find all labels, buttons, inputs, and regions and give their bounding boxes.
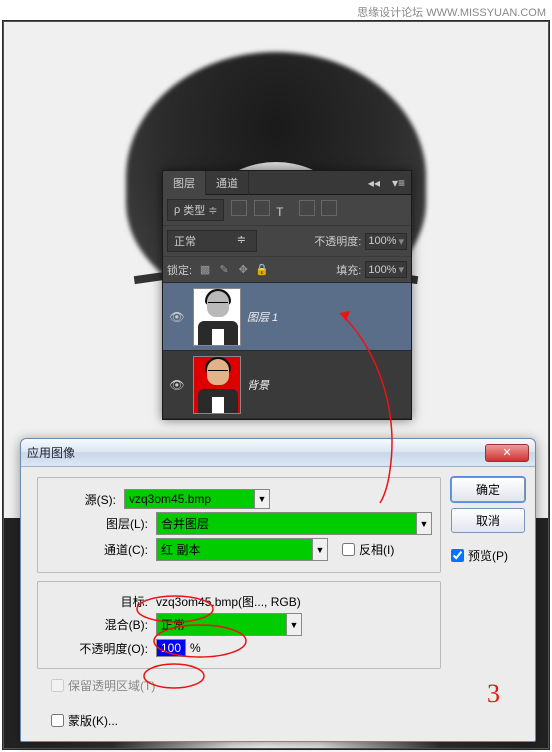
lock-paint-icon[interactable]: ✎ [217,263,231,277]
filter-type-icon[interactable]: T [276,205,292,221]
layer-value: 合并图层 [156,512,416,535]
blend-mode-value: 正常 [174,233,196,249]
preserve-label: 保留透明区域(T) [68,677,155,694]
layer-thumbnail[interactable] [193,288,241,346]
fill-label: 填充: [336,262,361,278]
source-fieldset: 源(S): vzq3om45.bmp ▼ 图层(L): 合并图层 ▼ 通道(C)… [37,477,441,573]
apply-image-dialog: 应用图像 ✕ 源(S): vzq3om45.bmp ▼ 图层(L): 合并图层 … [20,438,536,742]
cancel-button[interactable]: 取消 [451,508,525,533]
layer-name[interactable]: 图层 1 [247,309,278,325]
ok-button[interactable]: 确定 [451,477,525,502]
source-select[interactable]: vzq3om45.bmp ▼ [124,489,270,509]
lock-label: 锁定: [167,262,192,278]
dialog-title: 应用图像 [27,444,75,461]
layers-list: 👁 图层 1 👁 背景 [163,283,411,419]
percent-label: % [190,641,201,655]
target-value: vzq3om45.bmp(图..., RGB) [156,593,301,610]
mask-label: 蒙版(K)... [68,712,118,729]
filter-pixel-icon[interactable] [231,200,247,216]
dialog-titlebar[interactable]: 应用图像 ✕ [21,439,535,467]
channel-label: 通道(C): [52,541,152,558]
blend-mode-select[interactable]: 正常≑ [167,230,257,252]
blend-value: 正常 [156,613,286,636]
opacity-value: 100% [368,235,396,247]
blend-label: 混合(B): [52,616,152,633]
lock-pos-icon[interactable]: ✥ [236,263,250,277]
lock-all-icon[interactable]: 🔒 [255,263,269,277]
invert-check-input[interactable] [342,543,355,556]
channel-value: 红 副本 [156,538,312,561]
source-label: 源(S): [52,491,120,508]
panel-menu-icon[interactable]: ▾≡ [386,176,411,190]
layer-name[interactable]: 背景 [247,377,269,393]
filter-label: 类型 [183,202,205,218]
preview-label: 预览(P) [468,547,508,564]
opacity-label: 不透明度: [314,233,361,249]
source-value: vzq3om45.bmp [124,489,254,509]
fill-value: 100% [368,264,396,276]
preserve-checkbox[interactable]: 保留透明区域(T) [51,677,441,694]
visibility-toggle-icon[interactable]: 👁 [167,310,187,324]
opacity-input[interactable]: 100 [156,639,186,657]
blend-select[interactable]: 正常 ▼ [156,613,302,636]
watermark-text: 思缘设计论坛 WWW.MISSYUAN.COM [357,4,546,20]
preview-check-input[interactable] [451,549,464,562]
opacity-label: 不透明度(O): [52,640,152,657]
mask-checkbox[interactable]: 蒙版(K)... [51,712,441,729]
filter-icons[interactable]: T [228,200,336,221]
dropdown-icon[interactable]: ▼ [312,538,328,561]
layer-select[interactable]: 合并图层 ▼ [156,512,432,535]
layer-row[interactable]: 👁 图层 1 [163,283,411,351]
invert-label: 反相(I) [359,541,394,558]
channel-select[interactable]: 红 副本 ▼ [156,538,328,561]
visibility-toggle-icon[interactable]: 👁 [167,378,187,392]
layers-panel: 图层 通道 ◂◂ ▾≡ ρ 类型 ≑ T 正常≑ 不透明度: 100%▾ [162,170,412,420]
invert-checkbox[interactable]: 反相(I) [342,541,394,558]
dropdown-icon[interactable]: ▼ [416,512,432,535]
close-button[interactable]: ✕ [485,444,529,462]
filter-smart-icon[interactable] [321,200,337,216]
tab-channels[interactable]: 通道 [206,171,249,195]
panel-collapse-icon[interactable]: ◂◂ [362,176,386,190]
layer-thumbnail[interactable] [193,356,241,414]
fill-input[interactable]: 100%▾ [365,261,407,278]
preserve-check-input [51,679,64,692]
dropdown-icon[interactable]: ▼ [254,489,270,509]
mask-check-input[interactable] [51,714,64,727]
filter-adjust-icon[interactable] [254,200,270,216]
dropdown-icon[interactable]: ▼ [286,613,302,636]
opacity-input[interactable]: 100%▾ [365,233,407,250]
filter-shape-icon[interactable] [299,200,315,216]
tab-layers[interactable]: 图层 [163,171,206,195]
filter-type-select[interactable]: ρ 类型 ≑ [167,199,224,221]
target-label: 目标: [52,593,152,610]
target-fieldset: 目标: vzq3om45.bmp(图..., RGB) 混合(B): 正常 ▼ … [37,581,441,669]
preview-checkbox[interactable]: 预览(P) [451,547,525,564]
layer-row[interactable]: 👁 背景 [163,351,411,419]
layer-label: 图层(L): [52,515,152,532]
lock-trans-icon[interactable]: ▩ [198,263,212,277]
